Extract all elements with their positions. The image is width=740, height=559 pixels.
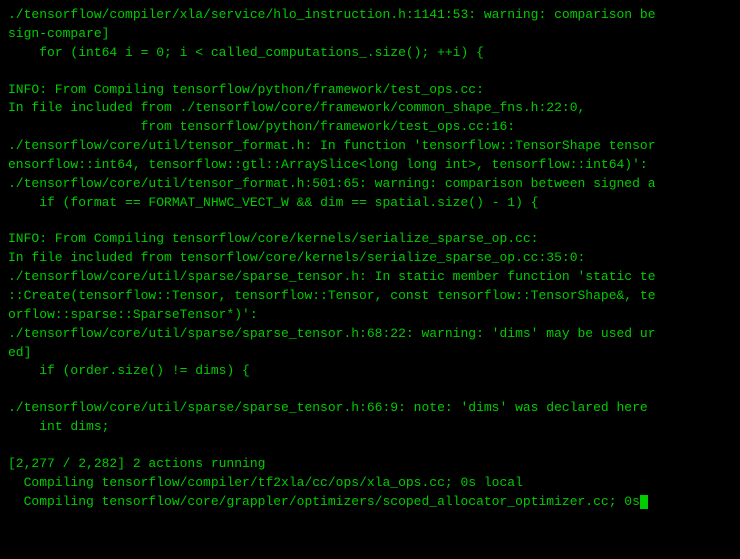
terminal-line: from tensorflow/python/framework/test_op…: [8, 118, 732, 137]
terminal-line: Compiling tensorflow/core/grappler/optim…: [8, 493, 732, 512]
terminal-line: for (int64 i = 0; i < called_computation…: [8, 44, 732, 63]
terminal-blank-line: [8, 63, 732, 81]
terminal-line: sign-compare]: [8, 25, 732, 44]
terminal-line: ./tensorflow/compiler/xla/service/hlo_in…: [8, 6, 732, 25]
terminal-line: In file included from ./tensorflow/core/…: [8, 99, 732, 118]
terminal-line: ./tensorflow/core/util/sparse/sparse_ten…: [8, 399, 732, 418]
terminal-blank-line: [8, 212, 732, 230]
terminal-line: ::Create(tensorflow::Tensor, tensorflow:…: [8, 287, 732, 306]
terminal-line: INFO: From Compiling tensorflow/core/ker…: [8, 230, 732, 249]
terminal-cursor: [640, 495, 648, 509]
terminal-line: ./tensorflow/core/util/tensor_format.h:5…: [8, 175, 732, 194]
terminal-line: ./tensorflow/core/util/tensor_format.h: …: [8, 137, 732, 156]
terminal-blank-line: [8, 437, 732, 455]
terminal-blank-line: [8, 381, 732, 399]
terminal-line: INFO: From Compiling tensorflow/python/f…: [8, 81, 732, 100]
terminal-line: int dims;: [8, 418, 732, 437]
terminal-line: Compiling tensorflow/compiler/tf2xla/cc/…: [8, 474, 732, 493]
terminal-line: if (format == FORMAT_NHWC_VECT_W && dim …: [8, 194, 732, 213]
terminal-line: [2,277 / 2,282] 2 actions running: [8, 455, 732, 474]
terminal-line: if (order.size() != dims) {: [8, 362, 732, 381]
terminal-line: ./tensorflow/core/util/sparse/sparse_ten…: [8, 268, 732, 287]
terminal-line: ./tensorflow/core/util/sparse/sparse_ten…: [8, 325, 732, 344]
terminal-line: In file included from tensorflow/core/ke…: [8, 249, 732, 268]
terminal-output: ./tensorflow/compiler/xla/service/hlo_in…: [8, 6, 732, 511]
terminal-line: orflow::sparse::SparseTensor*)':: [8, 306, 732, 325]
terminal-window: ./tensorflow/compiler/xla/service/hlo_in…: [0, 0, 740, 559]
terminal-line: ed]: [8, 344, 732, 363]
terminal-line: ensorflow::int64, tensorflow::gtl::Array…: [8, 156, 732, 175]
